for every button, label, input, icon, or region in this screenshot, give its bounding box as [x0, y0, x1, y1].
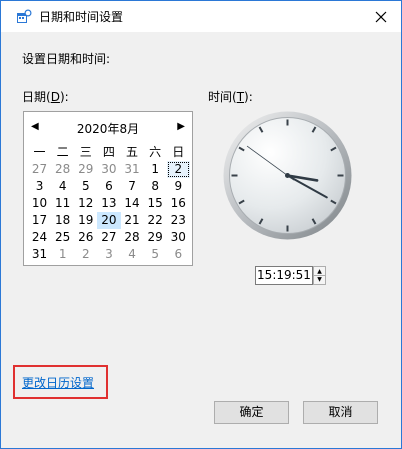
calendar-day[interactable]: 30 — [167, 229, 190, 246]
calendar-day[interactable]: 27 — [97, 229, 120, 246]
calendar-day[interactable]: 29 — [144, 229, 167, 246]
weekday-label: 日 — [172, 145, 185, 159]
calendar-day[interactable]: 19 — [74, 212, 97, 229]
date-label: 日期(D): — [22, 90, 69, 104]
calendar-day[interactable]: 3 — [28, 178, 51, 195]
calendar-day[interactable]: 12 — [74, 195, 97, 212]
close-icon — [375, 11, 387, 23]
calendar-day[interactable]: 9 — [167, 178, 190, 195]
weekday-label: 四 — [102, 145, 115, 159]
weekday-header-row: 一二三四五六日 — [28, 144, 190, 161]
cancel-button[interactable]: 取消 — [303, 401, 378, 424]
date-time-dialog: 日期和时间设置 设置日期和时间: 日期(D): 时间(T): ◀ 2020年8月… — [0, 0, 402, 449]
calendar-day[interactable]: 22 — [144, 212, 167, 229]
calendar-day[interactable]: 28 — [51, 161, 74, 178]
calendar-day[interactable]: 26 — [74, 229, 97, 246]
weekday-label: 六 — [149, 145, 162, 159]
calendar-day[interactable]: 6 — [167, 246, 190, 263]
calendar-day[interactable]: 24 — [28, 229, 51, 246]
time-down-button[interactable]: ▼ — [314, 275, 325, 283]
weekday-label: 二 — [56, 145, 69, 159]
month-calendar: ◀ 2020年8月 ▶ 一二三四五六日 27 28 29 30 31 1 2 3 4 5 6 7 8 9 10… — [23, 111, 193, 266]
calendar-day[interactable]: 28 — [121, 229, 144, 246]
ok-button[interactable]: 确定 — [214, 401, 289, 424]
calendar-week-row: 10 11 12 13 14 15 16 — [28, 195, 190, 212]
calendar-week-row: 31 1 2 3 4 5 6 — [28, 246, 190, 263]
calendar-day[interactable]: 31 — [28, 246, 51, 263]
time-input[interactable]: 15:19:51 — [255, 266, 313, 285]
calendar-day[interactable]: 4 — [121, 246, 144, 263]
calendar-day[interactable]: 27 — [28, 161, 51, 178]
next-month-button[interactable]: ▶ — [177, 121, 185, 132]
calendar-day[interactable]: 16 — [167, 195, 190, 212]
weekday-label: 三 — [79, 145, 92, 159]
calendar-day[interactable]: 13 — [97, 195, 120, 212]
weekday-label: 五 — [126, 145, 139, 159]
time-label: 时间(T): — [208, 90, 253, 104]
calendar-day[interactable]: 17 — [28, 212, 51, 229]
window-title: 日期和时间设置 — [39, 10, 124, 24]
calendar-day[interactable]: 15 — [144, 195, 167, 212]
calendar-clock-icon — [16, 9, 32, 25]
calendar-day[interactable]: 29 — [74, 161, 97, 178]
calendar-day[interactable]: 1 — [51, 246, 74, 263]
calendar-day[interactable]: 8 — [144, 178, 167, 195]
calendar-day[interactable]: 2 — [74, 246, 97, 263]
calendar-day[interactable]: 23 — [167, 212, 190, 229]
calendar-day[interactable]: 5 — [144, 246, 167, 263]
calendar-day[interactable]: 11 — [51, 195, 74, 212]
calendar-day[interactable]: 4 — [51, 178, 74, 195]
weekday-label: 一 — [33, 145, 46, 159]
calendar-week-row: 17 18 19 20 21 22 23 — [28, 212, 190, 229]
title-bar: 日期和时间设置 — [1, 1, 401, 32]
calendar-day[interactable]: 5 — [74, 178, 97, 195]
calendar-week-row: 27 28 29 30 31 1 2 — [28, 161, 190, 178]
calendar-day[interactable]: 30 — [97, 161, 120, 178]
calendar-week-row: 3456789 — [28, 178, 190, 195]
close-button[interactable] — [369, 5, 393, 29]
change-calendar-settings-link[interactable]: 更改日历设置 — [22, 374, 94, 391]
calendar-day[interactable]: 3 — [97, 246, 120, 263]
calendar-week-row: 24 25 26 27 28 29 30 — [28, 229, 190, 246]
time-up-button[interactable]: ▲ — [314, 267, 325, 275]
calendar-day[interactable]: 10 — [28, 195, 51, 212]
calendar-day[interactable]: 14 — [121, 195, 144, 212]
dialog-heading: 设置日期和时间: — [22, 52, 111, 66]
calendar-day[interactable]: 2 — [166, 161, 190, 178]
calendar-day[interactable]: 25 — [51, 229, 74, 246]
calendar-day[interactable]: 31 — [121, 161, 144, 178]
calendar-day[interactable]: 18 — [51, 212, 74, 229]
calendar-day[interactable]: 7 — [121, 178, 144, 195]
calendar-month-title[interactable]: 2020年8月 — [24, 120, 192, 137]
calendar-day[interactable]: 6 — [97, 178, 120, 195]
time-spinner: ▲ ▼ — [313, 266, 326, 285]
calendar-day[interactable]: 21 — [121, 212, 144, 229]
calendar-day[interactable]: 20 — [97, 212, 121, 229]
calendar-grid: 一二三四五六日 27 28 29 30 31 1 2 3 4 5 6 7 8 9 10 11 12 13 14 15 16… — [28, 144, 190, 263]
analog-clock — [223, 111, 352, 240]
calendar-day[interactable]: 1 — [144, 161, 167, 178]
